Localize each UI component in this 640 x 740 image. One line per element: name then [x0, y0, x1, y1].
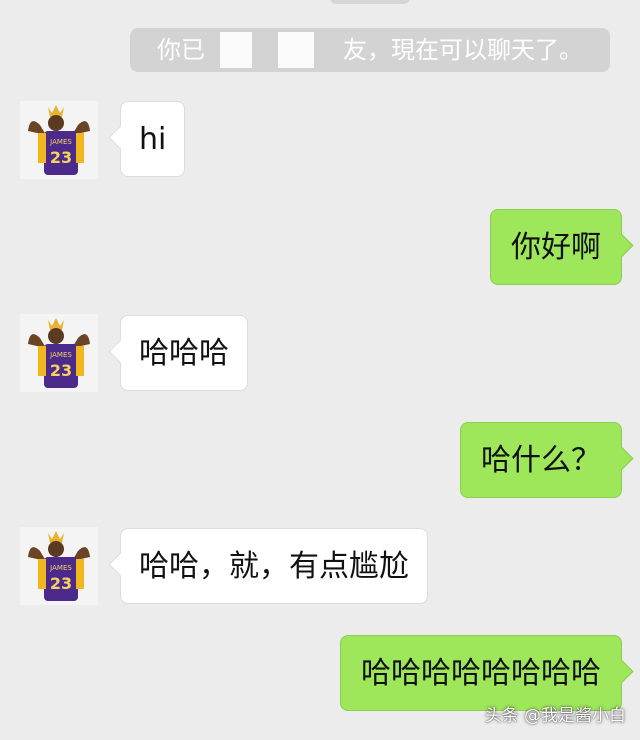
- system-notice: 你已 友，現在可以聊天了。: [130, 28, 610, 72]
- sent-message-bubble[interactable]: 你好啊: [490, 209, 622, 285]
- watermark: 头条 @我是酱小白: [484, 706, 626, 726]
- received-message-bubble[interactable]: hi: [120, 101, 186, 177]
- contact-avatar[interactable]: JAMES 23: [20, 101, 98, 179]
- player-23-avatar-icon: JAMES 23: [28, 105, 90, 175]
- svg-text:JAMES: JAMES: [49, 351, 72, 359]
- contact-avatar[interactable]: JAMES 23: [20, 527, 98, 605]
- message-text: 哈哈哈哈哈哈哈哈: [361, 656, 601, 691]
- player-23-avatar-icon: JAMES 23: [28, 318, 90, 388]
- system-notice-text-after: 友，現在可以聊天了。: [343, 36, 583, 64]
- redaction-block: [220, 32, 252, 68]
- svg-text:JAMES: JAMES: [49, 564, 72, 572]
- contact-avatar[interactable]: JAMES 23: [20, 314, 98, 392]
- received-message-bubble[interactable]: 哈哈哈: [120, 315, 248, 391]
- sent-message-bubble[interactable]: 哈哈哈哈哈哈哈哈: [340, 635, 622, 711]
- message-text: 哈什么？: [481, 443, 601, 478]
- sent-message-bubble[interactable]: 哈什么？: [460, 422, 622, 498]
- player-23-avatar-icon: JAMES 23: [28, 531, 90, 601]
- message-text: 你好啊: [511, 230, 601, 265]
- svg-text:23: 23: [50, 361, 72, 380]
- message-text: 哈哈，就，有点尴尬: [139, 549, 409, 584]
- received-message-bubble[interactable]: 哈哈，就，有点尴尬: [120, 528, 428, 604]
- svg-text:23: 23: [50, 148, 72, 167]
- svg-text:JAMES: JAMES: [49, 138, 72, 146]
- svg-text:23: 23: [50, 574, 72, 593]
- redaction-block: [278, 32, 314, 68]
- message-text: 哈哈哈: [139, 336, 229, 371]
- message-text: hi: [139, 122, 167, 157]
- previous-message-edge: [330, 0, 410, 4]
- system-notice-text-before: 你已: [157, 36, 205, 64]
